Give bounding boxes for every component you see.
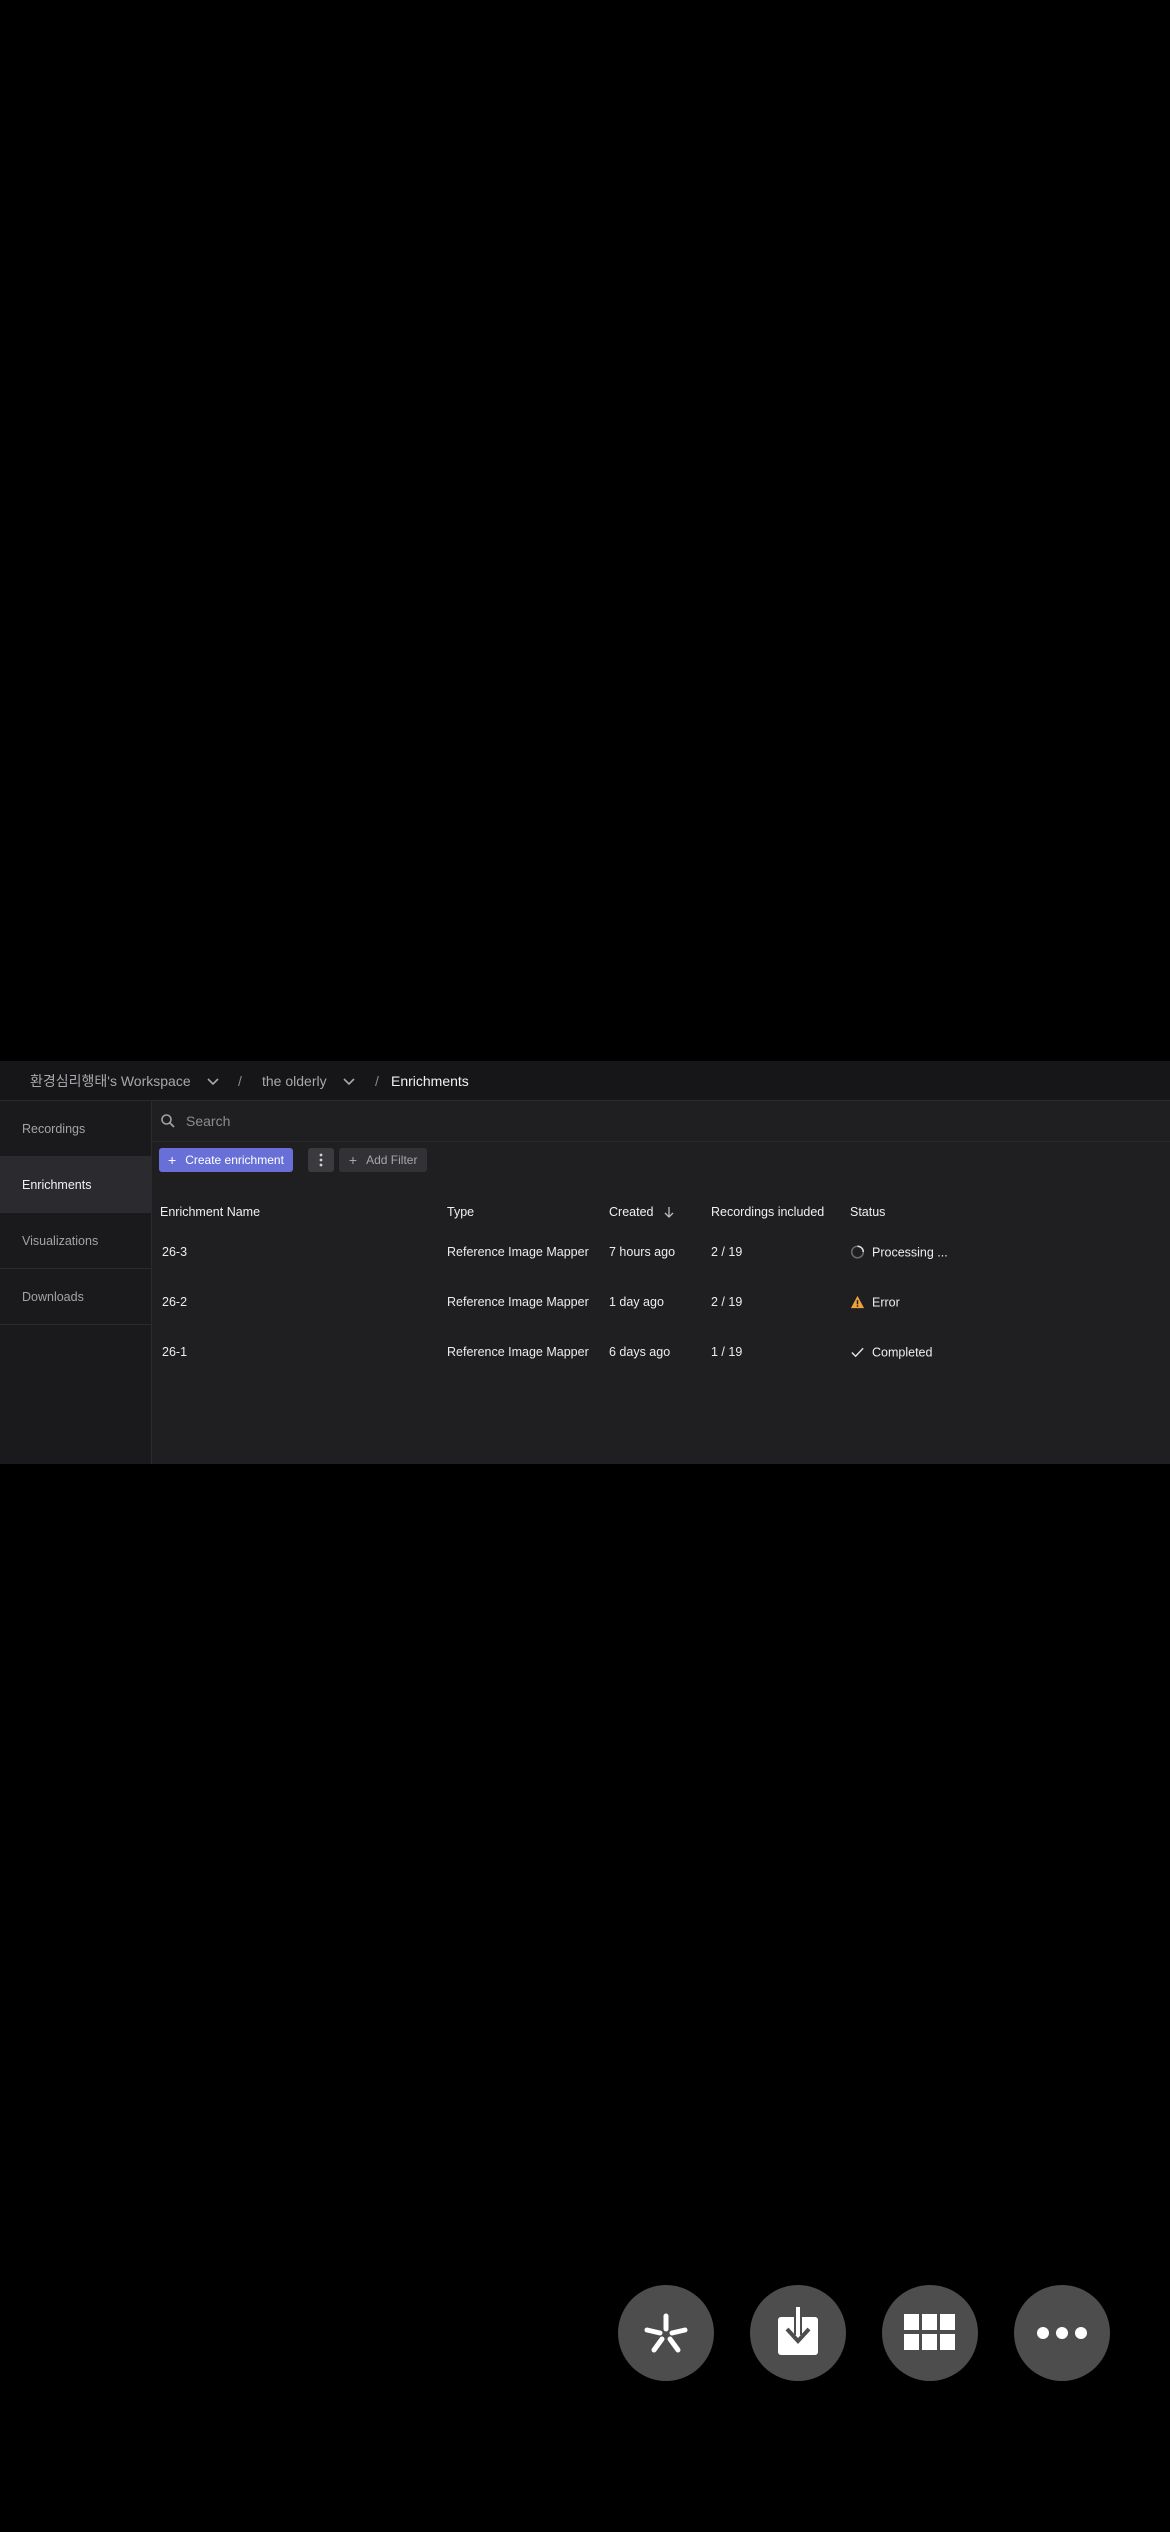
table-row[interactable]: 26-1 Reference Image Mapper 6 days ago 1… xyxy=(152,1327,1170,1377)
sidebar-item-enrichments[interactable]: Enrichments xyxy=(0,1157,151,1213)
enrichment-created: 1 day ago xyxy=(609,1295,664,1309)
pinwheel-button[interactable] xyxy=(618,2285,714,2381)
column-header-recordings[interactable]: Recordings included xyxy=(711,1205,824,1219)
status-label: Processing ... xyxy=(872,1245,948,1259)
breadcrumb: 환경심리행태's Workspace / the olderly / Enric… xyxy=(0,1061,1170,1101)
enrichment-name: 26-3 xyxy=(162,1245,188,1259)
chevron-down-icon[interactable] xyxy=(206,1074,220,1088)
grid-button[interactable] xyxy=(882,2285,978,2381)
search-bar xyxy=(152,1101,1170,1142)
enrichment-type: Reference Image Mapper xyxy=(447,1345,589,1359)
breadcrumb-workspace[interactable]: 환경심리행태's Workspace xyxy=(30,1071,220,1091)
table-header: Enrichment Name Type Created Recordings … xyxy=(152,1197,1170,1227)
enrichment-recordings: 1 / 19 xyxy=(711,1345,743,1359)
status-label: Error xyxy=(872,1295,900,1309)
breadcrumb-project-label: the olderly xyxy=(262,1072,327,1089)
status-label: Completed xyxy=(872,1345,933,1359)
plus-icon: + xyxy=(348,1152,358,1168)
table-row[interactable]: 26-3 Reference Image Mapper 7 hours ago … xyxy=(152,1227,1170,1277)
table-row[interactable]: 26-2 Reference Image Mapper 1 day ago 2 … xyxy=(152,1277,1170,1327)
enrichment-created: 6 days ago xyxy=(609,1345,671,1359)
enrichments-table: Enrichment Name Type Created Recordings … xyxy=(152,1197,1170,1377)
enrichment-created: 7 hours ago xyxy=(609,1245,676,1259)
spinner-icon xyxy=(850,1245,865,1259)
pinwheel-icon xyxy=(644,2313,688,2353)
enrichment-recordings: 2 / 19 xyxy=(711,1295,743,1309)
breadcrumb-separator: / xyxy=(375,1072,379,1089)
create-enrichment-label: Create enrichment xyxy=(185,1153,284,1167)
breadcrumb-separator: / xyxy=(238,1072,242,1089)
create-enrichment-button[interactable]: + Create enrichment xyxy=(159,1148,293,1172)
column-header-type[interactable]: Type xyxy=(447,1205,474,1219)
sidebar-item-recordings[interactable]: Recordings xyxy=(0,1101,151,1157)
download-icon xyxy=(778,2307,818,2355)
breadcrumb-project[interactable]: the olderly xyxy=(262,1073,356,1089)
status: Error xyxy=(850,1295,900,1310)
more-button[interactable] xyxy=(1014,2285,1110,2381)
app-window: 환경심리행태's Workspace / the olderly / Enric… xyxy=(0,1061,1170,1464)
download-button[interactable] xyxy=(750,2285,846,2381)
search-input[interactable] xyxy=(184,1112,588,1130)
column-header-created[interactable]: Created xyxy=(609,1205,675,1219)
sidebar-item-visualizations[interactable]: Visualizations xyxy=(0,1213,151,1269)
sidebar-item-downloads[interactable]: Downloads xyxy=(0,1269,151,1325)
enrichment-name: 26-1 xyxy=(162,1345,188,1359)
column-header-status[interactable]: Status xyxy=(850,1205,885,1219)
more-options-button[interactable] xyxy=(307,1148,334,1172)
kebab-icon xyxy=(319,1153,323,1167)
plus-icon: + xyxy=(168,1152,177,1168)
breadcrumb-current: Enrichments xyxy=(391,1072,469,1089)
enrichment-recordings: 2 / 19 xyxy=(711,1245,743,1259)
search-icon xyxy=(161,1114,175,1128)
enrichment-type: Reference Image Mapper xyxy=(447,1245,589,1259)
arrow-down-icon xyxy=(665,1207,674,1218)
enrichment-type: Reference Image Mapper xyxy=(447,1295,589,1309)
enrichment-name: 26-2 xyxy=(162,1295,188,1309)
column-header-created-label: Created xyxy=(609,1205,654,1219)
grid-icon xyxy=(904,2314,955,2350)
status: Completed xyxy=(850,1345,932,1360)
toolbar: + Create enrichment + Add Filter xyxy=(159,1148,428,1172)
add-filter-label: Add Filter xyxy=(366,1153,418,1167)
more-icon xyxy=(1037,2327,1087,2339)
breadcrumb-workspace-label: 환경심리행태's Workspace xyxy=(30,1072,191,1089)
check-icon xyxy=(851,1347,864,1358)
column-header-name[interactable]: Enrichment Name xyxy=(160,1205,260,1219)
status: Processing ... xyxy=(850,1245,948,1260)
add-filter-button[interactable]: + Add Filter xyxy=(338,1148,428,1172)
main-content: + Create enrichment + Add Filter Enrichm… xyxy=(152,1101,1170,1464)
chevron-down-icon[interactable] xyxy=(342,1074,356,1088)
warning-icon xyxy=(850,1295,865,1309)
sidebar: Recordings Enrichments Visualizations Do… xyxy=(0,1101,152,1464)
